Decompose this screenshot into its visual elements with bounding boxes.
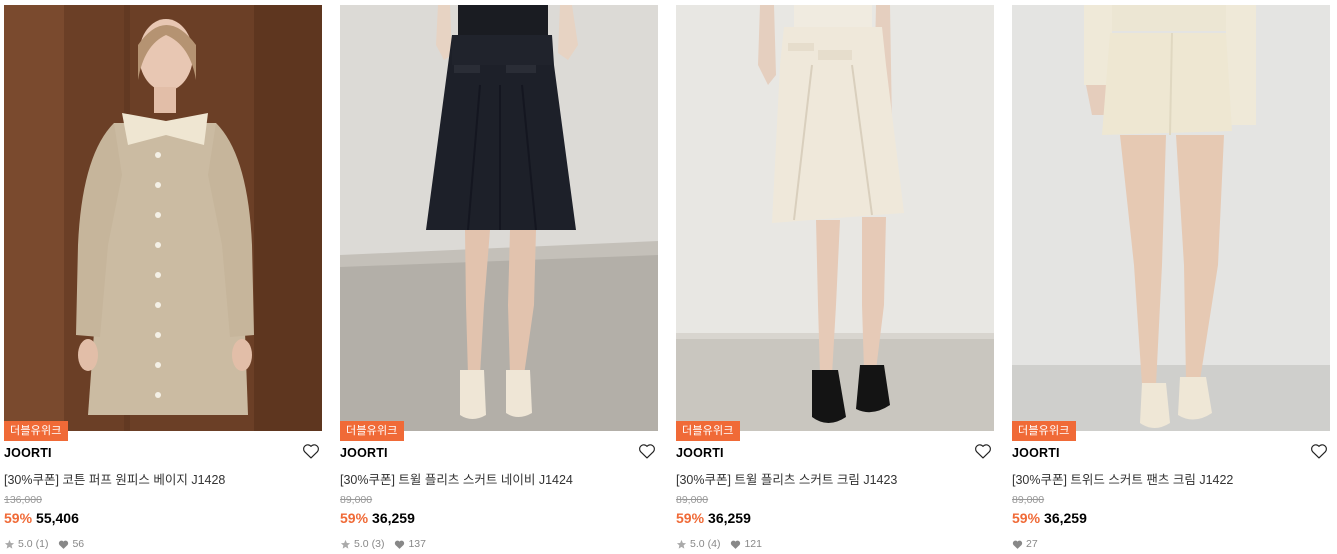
sale-price: 36,259 <box>708 510 751 526</box>
sale-price: 36,259 <box>1044 510 1087 526</box>
heart-outline-icon[interactable] <box>974 443 992 459</box>
product-stats: 5.0 (3) 137 <box>340 538 426 550</box>
product-name[interactable]: [30%쿠폰] 트위드 스커트 팬츠 크림 J1422 <box>1012 469 1233 488</box>
brand-name[interactable]: JOORTI <box>340 446 388 460</box>
original-price: 89,000 <box>1012 494 1045 506</box>
sale-price: 36,259 <box>372 510 415 526</box>
product-image[interactable] <box>340 5 658 431</box>
discount-rate: 59% <box>1012 510 1041 526</box>
event-badge: 더블유위크 <box>1012 421 1076 441</box>
review-count: (1) <box>35 538 49 550</box>
product-name[interactable]: [30%쿠폰] 코튼 퍼프 원피스 베이지 J1428 <box>4 469 225 488</box>
rating-value: 5.0 <box>18 538 33 550</box>
event-badge: 더블유위크 <box>340 421 404 441</box>
product-image[interactable] <box>1012 5 1330 431</box>
product-stats: 27 <box>1012 538 1038 550</box>
event-badge: 더블유위크 <box>676 421 740 441</box>
brand-name[interactable]: JOORTI <box>4 446 52 460</box>
discount-rate: 59% <box>676 510 705 526</box>
price-line: 59% 36,259 <box>1012 510 1087 526</box>
like-count: 121 <box>744 538 762 550</box>
star-icon <box>676 539 687 550</box>
discount-rate: 59% <box>4 510 33 526</box>
original-price: 136,000 <box>4 494 42 506</box>
review-count: (3) <box>371 538 385 550</box>
heart-filled-icon <box>394 539 405 550</box>
product-name[interactable]: [30%쿠폰] 트윌 플리츠 스커트 크림 J1423 <box>676 469 897 488</box>
rating-value: 5.0 <box>690 538 705 550</box>
heart-outline-icon[interactable] <box>638 443 656 459</box>
product-stats: 5.0 (1) 56 <box>4 538 84 550</box>
price-line: 59% 55,406 <box>4 510 79 526</box>
heart-outline-icon[interactable] <box>1310 443 1328 459</box>
brand-name[interactable]: JOORTI <box>1012 446 1060 460</box>
product-card[interactable]: 더블유위크 JOORTI [30%쿠폰] 트윌 플리츠 스커트 네이비 J142… <box>340 0 658 554</box>
like-count: 56 <box>72 538 85 550</box>
star-icon <box>4 539 15 550</box>
product-card[interactable]: 더블유위크 JOORTI [30%쿠폰] 트위드 스커트 팬츠 크림 J1422… <box>1012 0 1330 554</box>
price-line: 59% 36,259 <box>676 510 751 526</box>
product-card[interactable]: 더블유위크 JOORTI [30%쿠폰] 트윌 플리츠 스커트 크림 J1423… <box>676 0 994 554</box>
product-image[interactable] <box>4 5 322 431</box>
heart-filled-icon <box>58 539 69 550</box>
product-stats: 5.0 (4) 121 <box>676 538 762 550</box>
star-icon <box>340 539 351 550</box>
discount-rate: 59% <box>340 510 369 526</box>
like-count: 137 <box>408 538 426 550</box>
sale-price: 55,406 <box>36 510 79 526</box>
event-badge: 더블유위크 <box>4 421 68 441</box>
original-price: 89,000 <box>340 494 373 506</box>
like-count: 27 <box>1026 538 1038 550</box>
rating-value: 5.0 <box>354 538 369 550</box>
original-price: 89,000 <box>676 494 709 506</box>
heart-outline-icon[interactable] <box>302 443 320 459</box>
brand-name[interactable]: JOORTI <box>676 446 724 460</box>
heart-filled-icon <box>1012 539 1023 550</box>
product-card[interactable]: 더블유위크 JOORTI [30%쿠폰] 코튼 퍼프 원피스 베이지 J1428… <box>4 0 322 554</box>
heart-filled-icon <box>730 539 741 550</box>
review-count: (4) <box>707 538 721 550</box>
price-line: 59% 36,259 <box>340 510 415 526</box>
product-image[interactable] <box>676 5 994 431</box>
product-name[interactable]: [30%쿠폰] 트윌 플리츠 스커트 네이비 J1424 <box>340 469 573 488</box>
product-grid: 더블유위크 JOORTI [30%쿠폰] 코튼 퍼프 원피스 베이지 J1428… <box>0 0 1337 554</box>
